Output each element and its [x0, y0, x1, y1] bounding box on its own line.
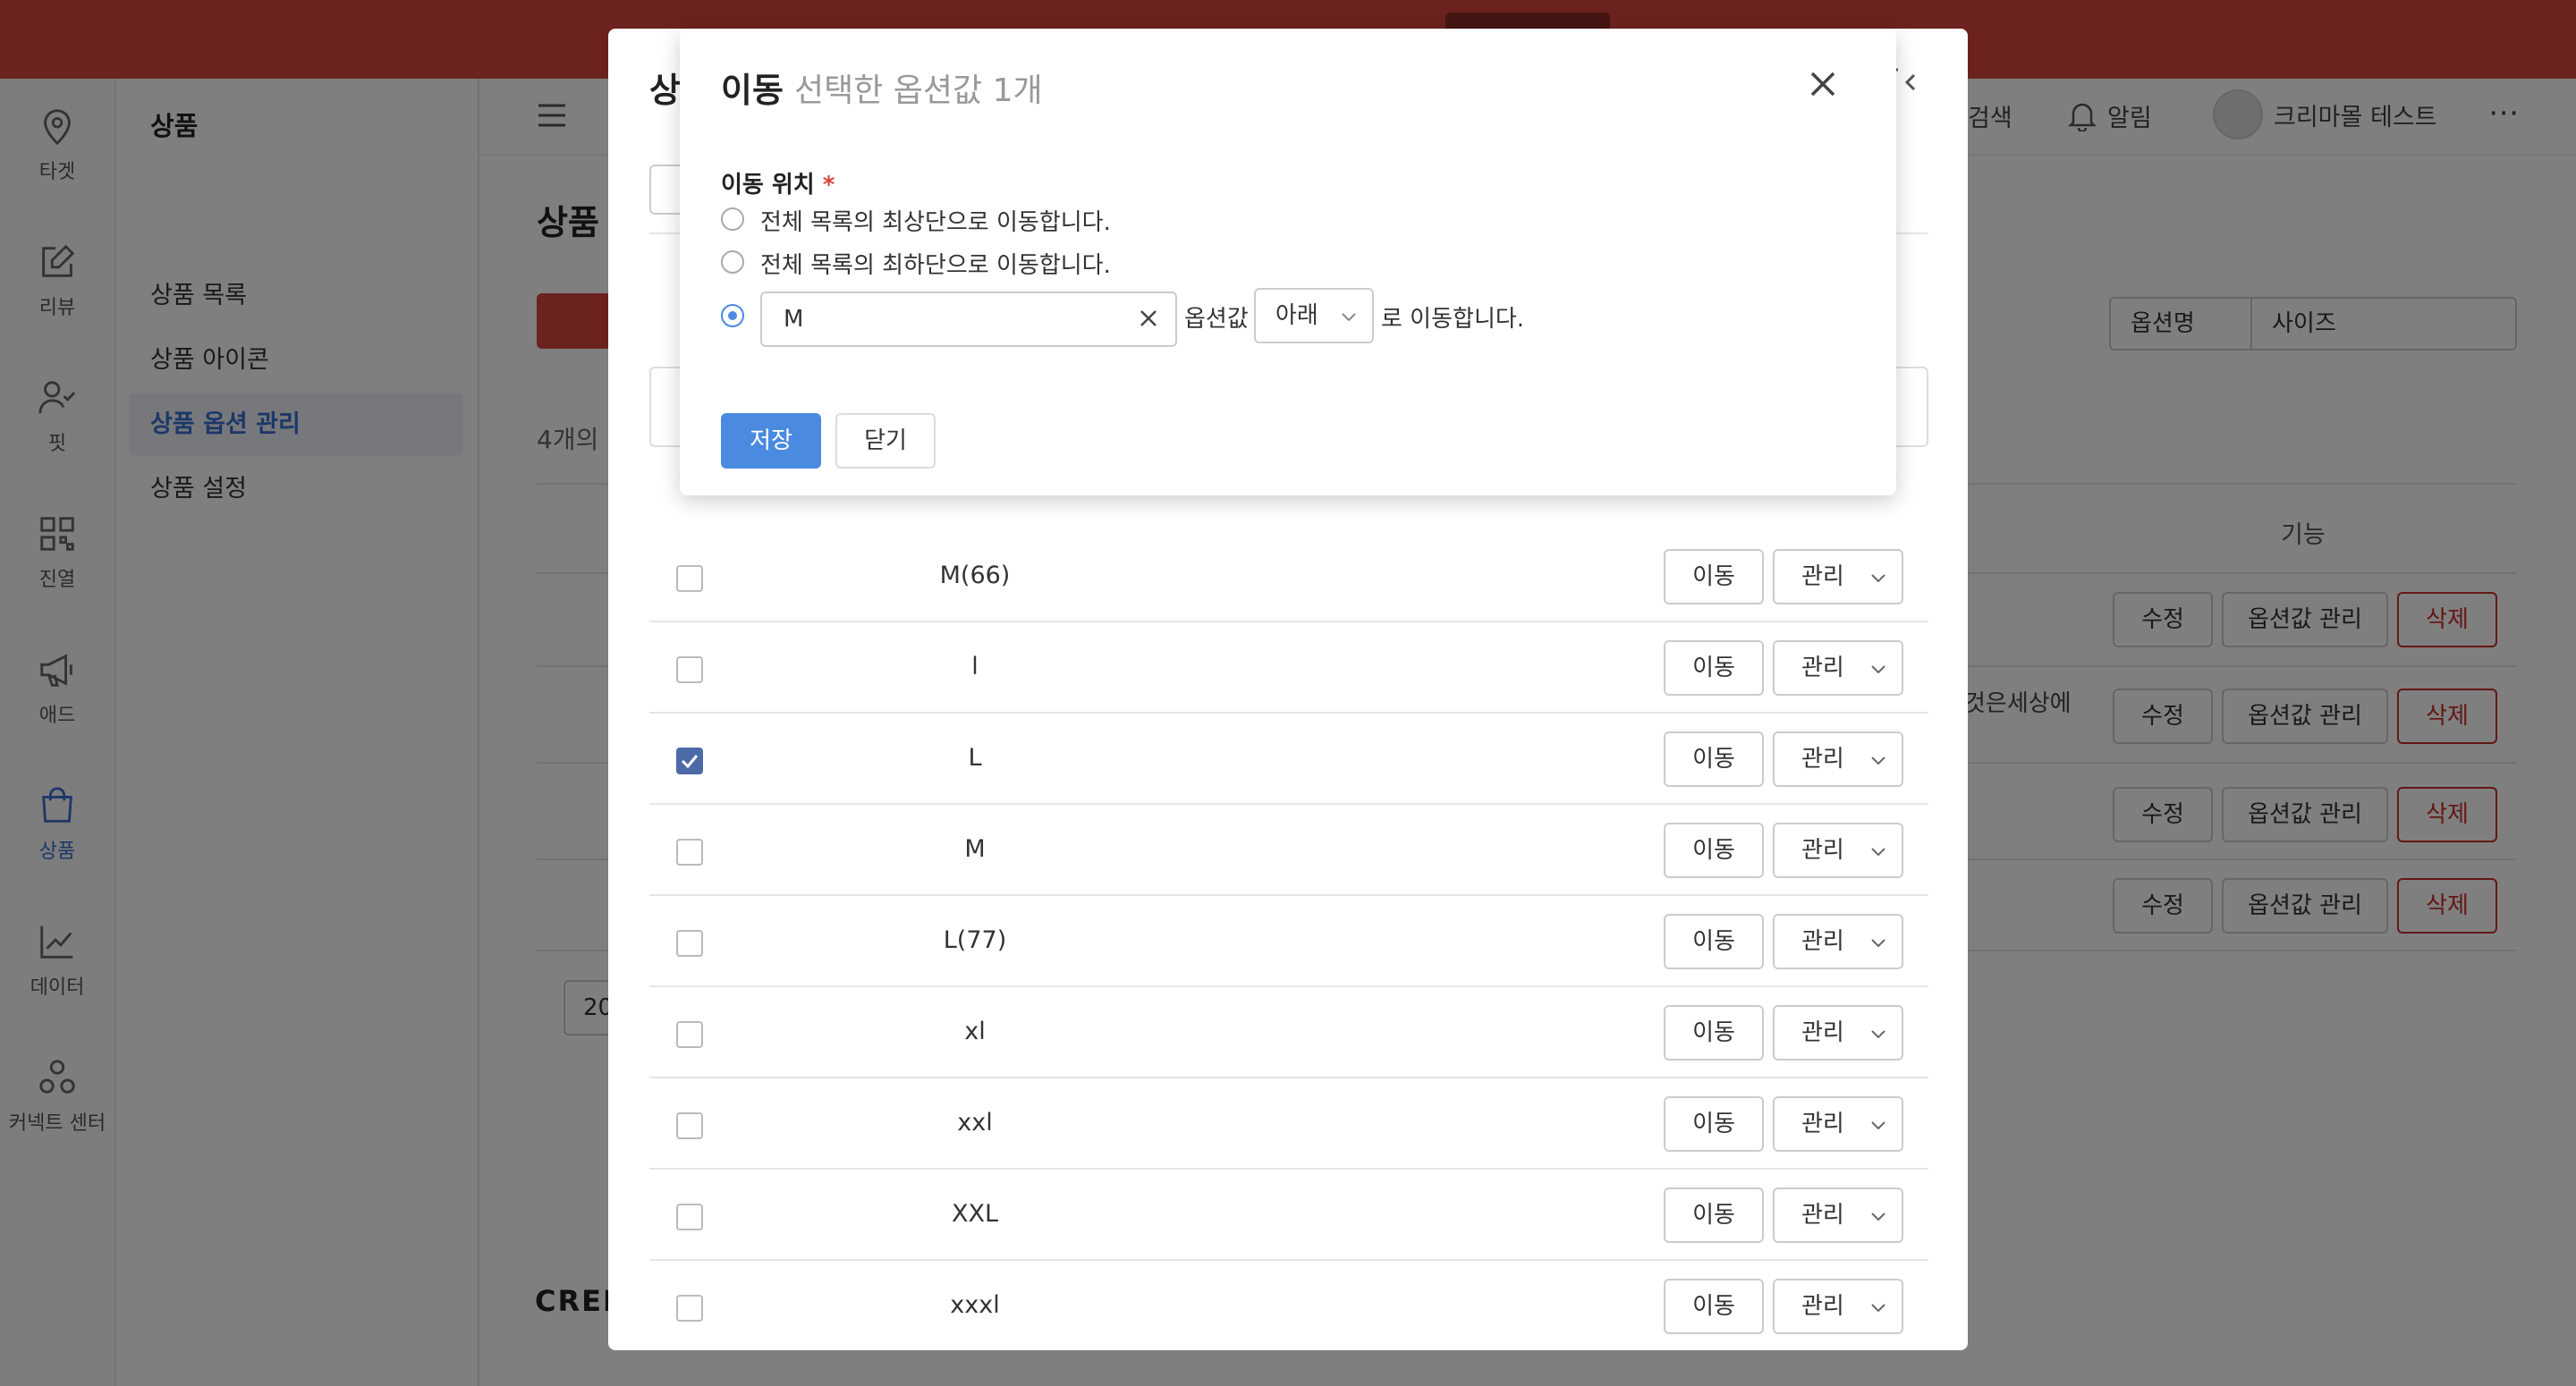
clear-icon[interactable]: [1136, 306, 1161, 331]
manage-label: 관리: [1801, 837, 1844, 864]
row-checkbox[interactable]: [676, 1295, 703, 1322]
manage-dropdown[interactable]: 관리: [1773, 1005, 1903, 1061]
move-button[interactable]: 이동: [1664, 549, 1764, 604]
manage-dropdown[interactable]: 관리: [1773, 640, 1903, 696]
manage-label: 관리: [1801, 655, 1844, 681]
table-row: XXL 이동 관리: [649, 1170, 1928, 1259]
move-button[interactable]: 이동: [1664, 1187, 1764, 1243]
manage-dropdown[interactable]: 관리: [1773, 549, 1903, 604]
chevron-down-icon: [1871, 939, 1885, 948]
table-row: L 이동 관리: [649, 714, 1928, 803]
direction-select-value: 아래: [1275, 302, 1318, 329]
row-checkbox[interactable]: [676, 1112, 703, 1139]
move-dialog-subtitle: 선택한 옵션값 1개: [794, 72, 1043, 109]
option-value-name: xxxl: [950, 1291, 1000, 1319]
chevron-down-icon: [1871, 1213, 1885, 1221]
option-value-word: 옵션값: [1184, 306, 1249, 333]
move-button[interactable]: 이동: [1664, 1005, 1764, 1061]
chevron-down-icon: [1871, 574, 1885, 583]
manage-label: 관리: [1801, 746, 1844, 773]
table-row: xl 이동 관리: [649, 987, 1928, 1077]
row-checkbox[interactable]: [676, 656, 703, 683]
manage-label: 관리: [1801, 563, 1844, 590]
move-button[interactable]: 이동: [1664, 823, 1764, 878]
move-suffix: 로 이동합니다.: [1381, 306, 1525, 333]
direction-select[interactable]: 아래: [1254, 288, 1374, 343]
radio-move-top-label: 전체 목록의 최상단으로 이동합니다.: [760, 209, 1111, 236]
radio-move-bottom-label: 전체 목록의 최하단으로 이동합니다.: [760, 252, 1111, 279]
row-checkbox[interactable]: [676, 1021, 703, 1048]
manage-dropdown[interactable]: 관리: [1773, 731, 1903, 787]
table-row: M(66) 이동 관리: [649, 531, 1928, 621]
move-button[interactable]: 이동: [1664, 1096, 1764, 1152]
option-value-name: M: [964, 835, 986, 863]
table-row: xxl 이동 관리: [649, 1078, 1928, 1168]
radio-move-custom[interactable]: [721, 304, 744, 327]
option-value-name: L: [968, 744, 982, 772]
chevron-down-icon: [1871, 1304, 1885, 1313]
option-value-input[interactable]: M: [760, 292, 1177, 347]
chevron-down-icon: [1871, 665, 1885, 674]
save-button[interactable]: 저장: [721, 413, 821, 469]
table-row: L(77) 이동 관리: [649, 896, 1928, 985]
row-checkbox[interactable]: [676, 748, 703, 774]
move-button[interactable]: 이동: [1664, 914, 1764, 969]
chevron-down-icon: [1871, 848, 1885, 857]
table-row: xxxl 이동 관리: [649, 1261, 1928, 1350]
manage-dropdown[interactable]: 관리: [1773, 914, 1903, 969]
move-dialog: 이동 선택한 옵션값 1개 이동 위치 * 전체 목록의 최상단으로 이동합니다…: [680, 29, 1896, 495]
manage-label: 관리: [1801, 928, 1844, 955]
chevron-down-icon: [1871, 1121, 1885, 1130]
option-value-name: XXL: [951, 1200, 999, 1228]
close-icon[interactable]: [1805, 66, 1841, 102]
required-mark: *: [822, 172, 835, 199]
move-button[interactable]: 이동: [1664, 1279, 1764, 1334]
row-checkbox[interactable]: [676, 1204, 703, 1230]
manage-label: 관리: [1801, 1202, 1844, 1229]
row-checkbox[interactable]: [676, 930, 703, 957]
radio-move-top[interactable]: [721, 207, 744, 231]
move-dialog-title: 이동: [721, 71, 784, 110]
move-position-label-text: 이동 위치: [721, 172, 815, 199]
manage-dropdown[interactable]: 관리: [1773, 1279, 1903, 1334]
manage-label: 관리: [1801, 1111, 1844, 1137]
move-position-label: 이동 위치 *: [721, 166, 835, 199]
option-value-name: xl: [964, 1018, 986, 1045]
table-row: M 이동 관리: [649, 805, 1928, 894]
close-button[interactable]: 닫기: [835, 413, 936, 469]
manage-dropdown[interactable]: 관리: [1773, 823, 1903, 878]
option-value-name: xxl: [957, 1109, 993, 1137]
chevron-down-icon: [1871, 1030, 1885, 1039]
manage-dropdown[interactable]: 관리: [1773, 1096, 1903, 1152]
radio-move-bottom[interactable]: [721, 250, 744, 274]
row-checkbox[interactable]: [676, 839, 703, 866]
move-button[interactable]: 이동: [1664, 731, 1764, 787]
option-value-name: l: [971, 653, 979, 680]
manage-label: 관리: [1801, 1019, 1844, 1046]
manage-label: 관리: [1801, 1293, 1844, 1320]
option-value-name: L(77): [943, 926, 1007, 954]
chevron-down-icon: [1342, 313, 1356, 322]
row-checkbox[interactable]: [676, 565, 703, 592]
option-value-name: M(66): [939, 562, 1011, 589]
table-row: l 이동 관리: [649, 622, 1928, 712]
option-values-modal-title: 상: [649, 71, 681, 110]
chevron-down-icon: [1871, 756, 1885, 765]
manage-dropdown[interactable]: 관리: [1773, 1187, 1903, 1243]
move-button[interactable]: 이동: [1664, 640, 1764, 696]
